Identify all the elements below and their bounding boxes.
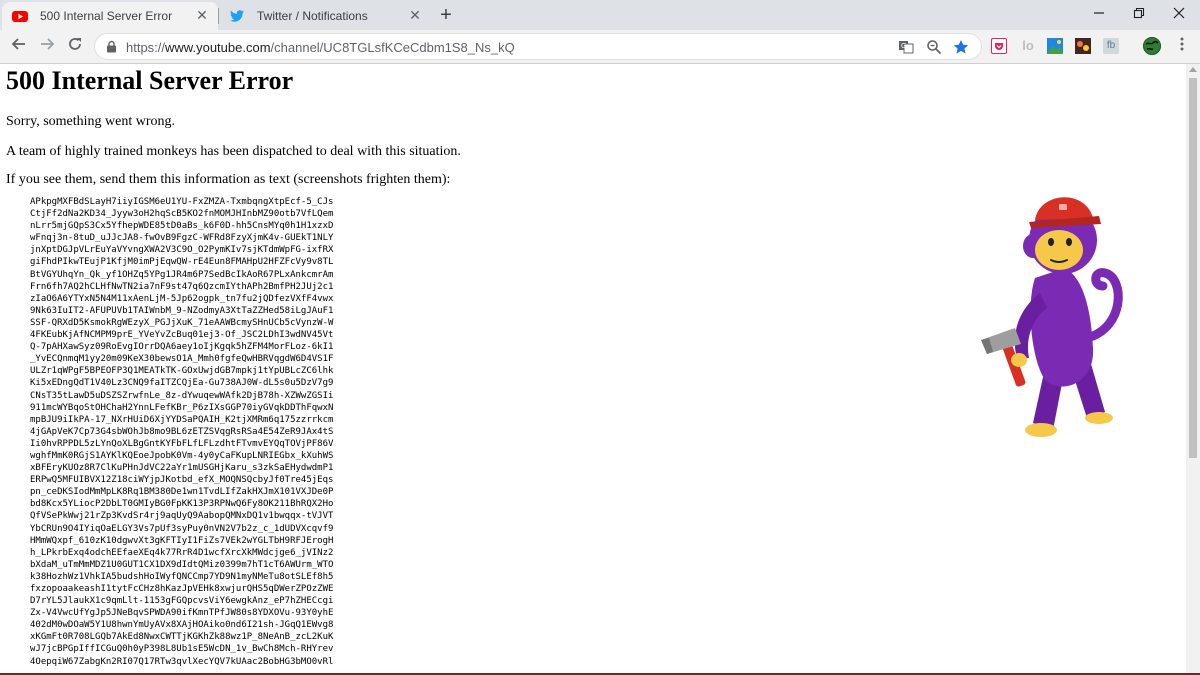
tab-title: 500 Internal Server Error (40, 9, 173, 23)
lo-extension-icon[interactable]: lo (1020, 38, 1036, 54)
reload-icon[interactable] (63, 35, 87, 57)
svg-text:G: G (901, 42, 906, 50)
twitter-icon (229, 8, 245, 24)
minimize-icon[interactable] (1084, 3, 1114, 25)
url-text: https://www.youtube.com/channel/UC8TGLsf… (126, 40, 515, 55)
instructions-message: If you see them, send them this informat… (6, 172, 451, 187)
page-title: 500 Internal Server Error (6, 66, 294, 95)
lock-icon[interactable] (106, 40, 117, 58)
scroll-up-icon[interactable] (1189, 67, 1197, 72)
globe-extension-icon[interactable] (1143, 37, 1161, 55)
translate-icon[interactable]: G (897, 39, 915, 57)
game-extension-icon[interactable] (1075, 38, 1091, 54)
tab-twitter-notifications[interactable]: Twitter / Notifications ✕ (219, 2, 431, 30)
forward-icon[interactable] (35, 35, 59, 57)
tab-strip: 500 Internal Server Error ✕ Twitter / No… (0, 0, 1200, 30)
restore-icon[interactable] (1124, 3, 1154, 25)
youtube-icon (12, 8, 28, 24)
zoom-icon[interactable] (925, 39, 943, 57)
back-icon[interactable] (7, 35, 31, 57)
error-dump: APkpgMXFBdSLayH7iiyIGSM6eU1YU-FxZMZA-Txm… (30, 197, 334, 667)
url-scheme: https:// (126, 40, 166, 55)
bookmark-star-icon[interactable] (952, 39, 970, 57)
new-tab-button[interactable]: + (434, 4, 458, 26)
tab-title: Twitter / Notifications (257, 9, 368, 23)
tab-close-icon[interactable]: ✕ (407, 7, 423, 23)
browser-toolbar: https://www.youtube.com/channel/UC8TGLsf… (0, 30, 1200, 64)
fb-extension-icon[interactable]: fb (1103, 38, 1119, 54)
monkey-illustration (975, 168, 1125, 468)
page-content: 500 Internal Server Error Sorry, somethi… (0, 64, 1186, 675)
url-host: www.youtube.com (165, 40, 271, 55)
kebab-menu-icon[interactable] (1170, 35, 1194, 57)
close-window-icon[interactable] (1164, 3, 1194, 25)
address-bar[interactable]: https://www.youtube.com/channel/UC8TGLsf… (94, 33, 982, 60)
url-path: /channel/UC8TGLsfKCeCdbm1S8_Ns_kQ (270, 40, 515, 55)
sorry-message: Sorry, something went wrong. (6, 114, 176, 129)
monkeys-message: A team of highly trained monkeys has bee… (6, 144, 461, 159)
tab-close-icon[interactable]: ✕ (194, 7, 210, 23)
image-extension-icon[interactable] (1047, 38, 1063, 54)
vertical-scrollbar[interactable] (1186, 64, 1200, 675)
tab-youtube-error[interactable]: 500 Internal Server Error ✕ (2, 2, 218, 30)
scrollbar-thumb[interactable] (1189, 78, 1197, 458)
pocket-extension-icon[interactable] (991, 38, 1007, 54)
